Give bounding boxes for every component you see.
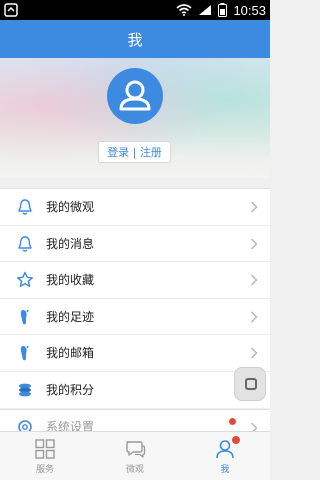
page-title: 我 <box>127 30 143 49</box>
bell-icon <box>18 235 32 252</box>
menu-item-footprints[interactable]: 我的足迹 <box>0 299 270 335</box>
floating-action-button[interactable] <box>234 367 266 401</box>
signal-icon <box>199 5 212 15</box>
title-bar: 我 <box>0 20 270 58</box>
status-time: 10:53 <box>233 2 266 18</box>
menu-item-messages[interactable]: 我的消息 <box>0 226 270 262</box>
chevron-right-icon <box>250 422 258 431</box>
footprint-icon <box>20 346 29 361</box>
menu-item-label: 我的微观 <box>46 200 95 215</box>
menu-item-label: 我的邮箱 <box>46 346 95 361</box>
menu-item-favorites[interactable]: 我的收藏 <box>0 262 270 299</box>
tab-label: 我 <box>220 465 230 475</box>
menu-item-label: 我的消息 <box>46 236 95 251</box>
tab-me[interactable]: 我 <box>180 432 270 480</box>
chevron-right-icon <box>250 201 258 213</box>
grid-icon <box>35 439 55 459</box>
menu-item-label: 我的收藏 <box>46 273 95 288</box>
menu-item-settings[interactable]: 系统设置 <box>0 409 270 431</box>
menu-item-points[interactable]: 我的积分 <box>0 372 270 409</box>
tab-label: 服务 <box>35 465 54 475</box>
chat-bubble-icon <box>126 441 146 458</box>
login-register-button[interactable]: 登录 | 注册 <box>98 141 171 163</box>
chevron-right-icon <box>250 310 258 323</box>
window-icon <box>245 378 257 390</box>
menu-item-weiguan[interactable]: 我的微观 <box>0 189 270 226</box>
tab-services[interactable]: 服务 <box>0 432 90 480</box>
battery-icon <box>218 3 228 17</box>
notification-badge <box>232 436 240 444</box>
chevron-right-icon <box>250 347 258 359</box>
menu-list: 我的微观 我的消息 我的收藏 我的足迹 我的邮箱 我的积分 <box>0 188 270 408</box>
footprint-icon <box>20 309 29 324</box>
coins-icon <box>19 383 31 396</box>
avatar[interactable] <box>107 68 163 124</box>
menu-item-mailbox[interactable]: 我的邮箱 <box>0 335 270 372</box>
menu-item-label: 我的积分 <box>46 383 95 398</box>
notification-badge <box>229 418 236 425</box>
tab-weiguan[interactable]: 微观 <box>90 432 180 480</box>
menu-item-label: 我的足迹 <box>46 309 95 324</box>
bell-icon <box>18 199 32 215</box>
tab-label: 微观 <box>125 465 144 475</box>
gear-icon <box>18 420 32 431</box>
person-icon <box>119 80 151 111</box>
notification-icon <box>4 3 18 17</box>
menu-item-label: 系统设置 <box>46 420 95 431</box>
chevron-right-icon <box>250 237 258 250</box>
bottom-tab-bar: 服务 微观 我 <box>0 431 270 480</box>
status-bar: 10:53 <box>0 0 270 20</box>
wifi-icon <box>176 4 192 16</box>
profile-header: 登录 | 注册 <box>0 58 270 178</box>
chevron-right-icon <box>250 274 258 286</box>
star-icon <box>17 271 33 287</box>
